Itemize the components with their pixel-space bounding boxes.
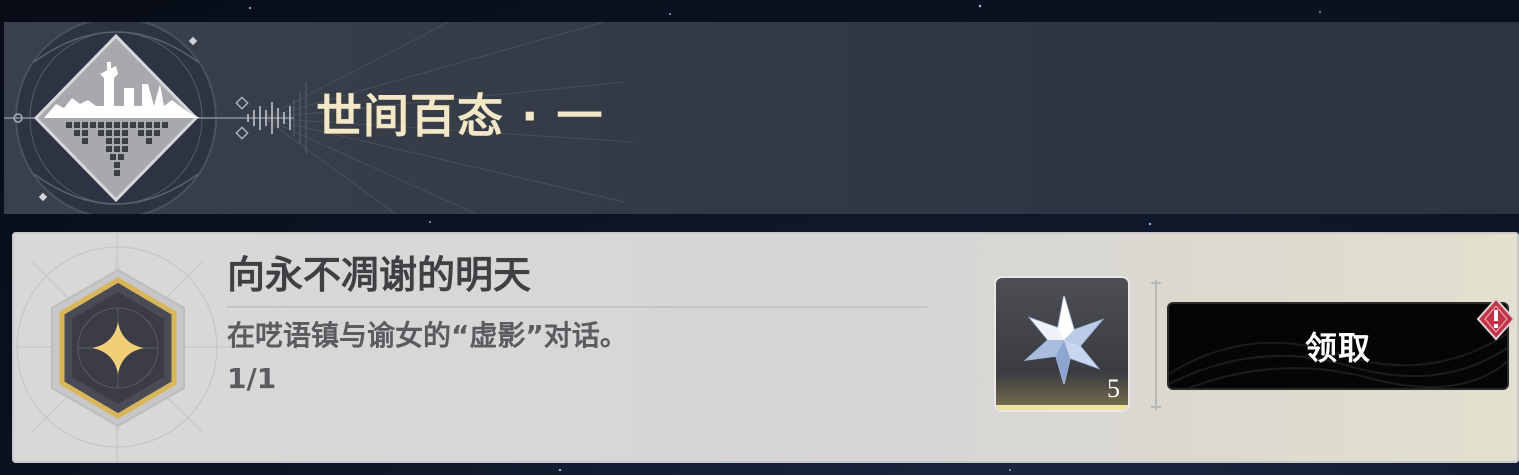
claim-button-label: 领取 — [1304, 329, 1371, 367]
reward-item[interactable]: 5 — [996, 278, 1128, 410]
sparkle-star-icon — [51, 268, 185, 428]
crystal-star-icon — [1023, 295, 1104, 385]
claim-button[interactable]: 领取 — [1169, 304, 1507, 388]
quest-title: 向永不凋谢的明天 — [227, 253, 532, 297]
exclamation-badge-icon — [1476, 297, 1516, 341]
category-title: 世间百态 · 一 — [316, 89, 604, 143]
quest-card: 向永不凋谢的明天 在呓语镇与谕女的“虚影”对话。 1/1 5 领取 — [12, 232, 1519, 463]
city-skyline-icon — [4, 22, 294, 214]
quest-description: 在呓语镇与谕女的“虚影”对话。 — [227, 319, 628, 352]
separator-tick-top — [1151, 282, 1161, 284]
reward-count: 5 — [1107, 374, 1120, 403]
achievement-panel: 世间百态 · 一 向永不凋谢的明天 在呓语镇与谕女的“虚影”对话。 1/1 5 … — [0, 0, 1519, 475]
reward-rarity-bar — [996, 405, 1128, 410]
category-header: 世间百态 · 一 — [4, 22, 1519, 214]
quest-progress: 1/1 — [227, 362, 277, 395]
title-divider — [227, 306, 927, 308]
reward-separator — [1155, 280, 1157, 410]
separator-tick-bottom — [1151, 406, 1161, 408]
